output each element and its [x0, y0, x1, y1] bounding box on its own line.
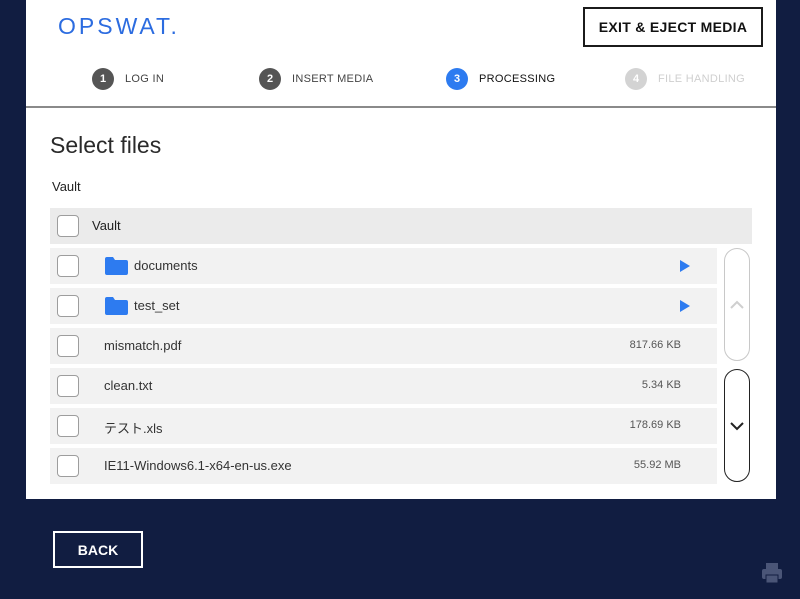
breadcrumb[interactable]: Vault — [52, 179, 81, 194]
page-title: Select files — [50, 132, 162, 158]
printer-icon[interactable] — [760, 561, 784, 585]
step-label: INSERT MEDIA — [292, 73, 374, 85]
step-number: 2 — [259, 68, 281, 90]
file-name: documents — [134, 258, 198, 273]
back-button[interactable]: BACK — [53, 531, 143, 568]
scroll-up-button[interactable] — [724, 248, 750, 361]
file-row-documents[interactable]: documents — [50, 248, 717, 284]
step-file-handling: 4 FILE HANDLING — [625, 68, 745, 90]
open-folder-arrow-icon[interactable] — [680, 300, 690, 312]
file-size: 55.92 MB — [633, 459, 681, 471]
step-insert-media: 2 INSERT MEDIA — [259, 68, 373, 90]
root-folder-label: Vault — [92, 218, 121, 233]
row-checkbox[interactable] — [57, 335, 79, 357]
file-row-test-set[interactable]: test_set — [50, 288, 717, 324]
file-name: テスト.xls — [104, 421, 163, 436]
row-checkbox[interactable] — [57, 455, 79, 477]
row-checkbox[interactable] — [57, 255, 79, 277]
exit-eject-media-button[interactable]: EXIT & EJECT MEDIA — [583, 7, 763, 47]
select-all-checkbox[interactable] — [57, 215, 79, 237]
file-row-test-xls[interactable]: テスト.xls 178.69 KB — [50, 408, 717, 444]
file-size: 5.34 KB — [641, 379, 681, 391]
step-label: LOG IN — [125, 73, 165, 85]
file-row-ie11-exe[interactable]: IE11-Windows6.1-x64-en-us.exe 55.92 MB — [50, 448, 717, 484]
chevron-down-icon — [730, 421, 744, 430]
file-name: clean.txt — [104, 378, 153, 393]
header: OPSWAT. EXIT & EJECT MEDIA 1 LOG IN 2 IN… — [26, 0, 776, 108]
chevron-up-icon — [730, 300, 744, 309]
step-number: 3 — [446, 68, 468, 90]
file-row-clean-txt[interactable]: clean.txt 5.34 KB — [50, 368, 717, 404]
root-folder-row[interactable]: Vault — [50, 208, 752, 244]
step-processing: 3 PROCESSING — [446, 68, 555, 90]
row-checkbox[interactable] — [57, 375, 79, 397]
row-checkbox[interactable] — [57, 295, 79, 317]
main-panel: OPSWAT. EXIT & EJECT MEDIA 1 LOG IN 2 IN… — [26, 0, 776, 499]
opswat-logo: OPSWAT. — [58, 13, 180, 39]
folder-icon — [105, 297, 128, 315]
step-log-in: 1 LOG IN — [92, 68, 164, 90]
step-label: FILE HANDLING — [658, 73, 746, 85]
step-number: 4 — [625, 68, 647, 90]
file-name: test_set — [134, 298, 180, 313]
file-size: 178.69 KB — [629, 419, 681, 431]
folder-icon — [105, 257, 128, 275]
scroll-down-button[interactable] — [724, 369, 750, 482]
open-folder-arrow-icon[interactable] — [680, 260, 690, 272]
step-number: 1 — [92, 68, 114, 90]
file-name: IE11-Windows6.1-x64-en-us.exe — [104, 458, 292, 473]
row-checkbox[interactable] — [57, 415, 79, 437]
file-size: 817.66 KB — [629, 339, 681, 351]
file-name: mismatch.pdf — [104, 338, 182, 353]
step-label: PROCESSING — [479, 73, 556, 85]
file-row-mismatch-pdf[interactable]: mismatch.pdf 817.66 KB — [50, 328, 717, 364]
